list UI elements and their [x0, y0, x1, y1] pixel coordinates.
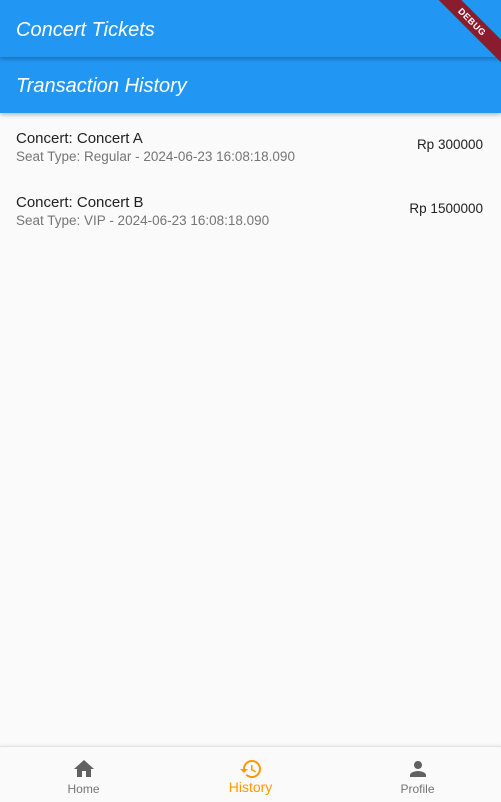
- transaction-item[interactable]: Concert: Concert A Seat Type: Regular - …: [0, 113, 501, 177]
- transaction-amount: Rp 1500000: [409, 201, 483, 216]
- transaction-amount: Rp 300000: [416, 137, 483, 152]
- transaction-concert: Concert: Concert A: [16, 130, 143, 147]
- transaction-list: Concert: Concert A Seat Type: Regular - …: [0, 113, 501, 241]
- nav-history[interactable]: History: [167, 747, 334, 802]
- nav-history-label: History: [228, 779, 273, 795]
- page-header: Transaction History: [0, 57, 501, 113]
- app-bar: Concert Tickets: [0, 0, 501, 57]
- page-title: Transaction History: [16, 75, 187, 97]
- app-screen: Concert Tickets DEBUG Transaction Histor…: [0, 0, 501, 802]
- home-icon: [73, 760, 94, 777]
- transaction-details: Seat Type: Regular - 2024-06-23 16:08:18…: [16, 149, 295, 164]
- transaction-item[interactable]: Concert: Concert B Seat Type: VIP - 2024…: [0, 177, 501, 241]
- nav-home-label: Home: [67, 782, 100, 796]
- transaction-details: Seat Type: VIP - 2024-06-23 16:08:18.090: [16, 213, 270, 228]
- nav-home[interactable]: Home: [0, 747, 167, 802]
- history-icon: [239, 760, 261, 778]
- bottom-navigation: Home History Profile: [0, 746, 501, 802]
- app-title: Concert Tickets: [16, 19, 155, 41]
- nav-profile-label: Profile: [400, 782, 435, 796]
- transaction-concert: Concert: Concert B: [16, 194, 144, 211]
- nav-profile[interactable]: Profile: [334, 747, 501, 802]
- person-icon: [409, 761, 426, 777]
